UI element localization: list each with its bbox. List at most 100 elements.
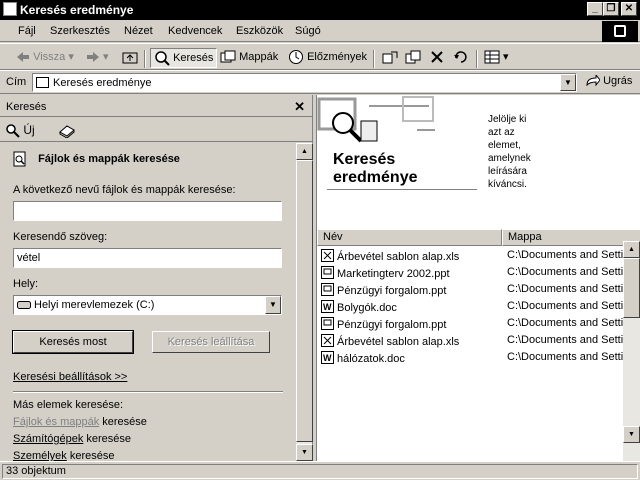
location-dropdown-button[interactable]: ▼ — [265, 296, 281, 314]
folders-icon — [220, 50, 236, 63]
title-bar: Keresés eredménye _ ❐ ✕ — [0, 0, 640, 20]
files-folders-link[interactable]: Fájlok és mappák — [13, 416, 99, 428]
column-header-name[interactable]: Név — [317, 229, 502, 246]
move-to-button[interactable] — [382, 48, 398, 68]
search-results-folder-icon — [36, 77, 49, 88]
doc-icon: W — [321, 300, 334, 316]
result-filename-text: hálózatok.doc — [337, 352, 405, 365]
results-scrollbar[interactable]: ▲ ▼ — [623, 241, 640, 461]
help-book-button[interactable] — [58, 122, 76, 138]
search-options-link[interactable]: Keresési beállítások >> — [13, 371, 127, 383]
section-title-text: Fájlok és mappák keresése — [38, 152, 180, 165]
result-row[interactable]: Pénzügyi forgalom.ppt C:\Documents and Se… — [317, 281, 625, 298]
result-row[interactable]: Marketingterv 2002.ppt C:\Documents and S… — [317, 264, 625, 281]
other-item-suffix: keresése — [99, 416, 147, 428]
close-pane-icon[interactable]: ✕ — [294, 99, 305, 115]
column-header-folder[interactable]: Mappa — [502, 229, 640, 246]
search-text-input[interactable]: vétel — [13, 248, 282, 268]
copy-to-icon — [405, 50, 421, 64]
results-scroll-thumb[interactable] — [623, 258, 640, 318]
results-banner: Keresés eredménye Jelölje ki azt az elem… — [317, 95, 640, 225]
result-filename-text: Pénzügyi forgalom.ppt — [337, 284, 447, 297]
result-folder: C:\Documents and Setti — [507, 351, 624, 363]
go-button[interactable]: Ugrás — [586, 75, 632, 87]
back-label: Vissza — [33, 51, 66, 63]
menu-file[interactable]: Fájl — [18, 25, 36, 37]
new-search-button[interactable]: Új — [6, 123, 35, 138]
results-hint-text: Jelölje ki azt az elemet, amelynek leírá… — [488, 113, 563, 191]
result-filename: Whálózatok.doc — [321, 351, 405, 367]
windows-logo — [602, 21, 638, 42]
search-pane-scrollbar[interactable]: ▲ ▼ — [295, 143, 313, 461]
result-filename: Pénzügyi forgalom.ppt — [321, 317, 446, 333]
other-item-suffix: keresése — [66, 450, 115, 461]
result-row[interactable]: W Bolygók.doc C:\Documents and Setti — [317, 298, 625, 315]
menu-tools[interactable]: Eszközök — [236, 25, 283, 37]
result-row[interactable]: Árbevétel sablon alap.xls C:\Documents an… — [317, 247, 625, 264]
search-pane: Keresés ✕ Új Fájlok és mappák keresése A… — [0, 95, 313, 461]
scroll-up-button[interactable]: ▲ — [296, 143, 313, 160]
other-item-suffix: keresése — [83, 433, 132, 445]
hard-drive-icon — [17, 301, 31, 309]
window-title: Keresés eredménye — [20, 3, 134, 17]
undo-icon — [454, 51, 467, 63]
result-filename: W Bolygók.doc — [321, 300, 397, 316]
address-field[interactable]: Keresés eredménye ▼ — [32, 73, 577, 92]
menu-favorites[interactable]: Kedvencek — [168, 25, 222, 37]
folders-button[interactable]: Mappák — [220, 48, 278, 68]
scroll-thumb[interactable] — [296, 160, 313, 442]
search-now-button[interactable]: Keresés most — [12, 330, 134, 354]
xls-icon — [321, 334, 334, 350]
location-value: Helyi merevlemezek (C:) — [34, 299, 155, 311]
forward-button[interactable]: ▾ — [86, 48, 109, 68]
status-bar: 33 objektum — [0, 461, 640, 480]
menu-view[interactable]: Nézet — [124, 25, 153, 37]
result-filename: Pénzügyi forgalom.ppt — [321, 283, 446, 299]
banner-title-line-2: eredménye — [333, 169, 418, 186]
search-section-title: Fájlok és mappák keresése — [13, 151, 180, 167]
location-label: Hely: — [13, 278, 39, 290]
result-filename-text: Árbevétel sablon alap.xls — [337, 335, 460, 348]
address-value: Keresés eredménye — [53, 77, 152, 89]
results-scroll-up-button[interactable]: ▲ — [623, 241, 640, 258]
views-button[interactable]: ▾ — [484, 48, 509, 68]
result-row[interactable]: Pénzügyi forgalom.ppt C:\Documents and Se… — [317, 315, 625, 332]
address-bar: Cím Keresés eredménye ▼ Ugrás — [0, 70, 640, 94]
object-count: 33 objektum — [2, 464, 638, 479]
doc-icon: W — [321, 351, 334, 367]
address-dropdown-button[interactable]: ▼ — [560, 74, 576, 91]
toolbar-separator — [476, 50, 478, 68]
location-select[interactable]: Helyi merevlemezek (C:) ▼ — [13, 295, 282, 315]
search-window-icon — [3, 2, 17, 16]
search-button[interactable]: Keresés — [150, 48, 218, 68]
file-search-icon — [13, 151, 26, 167]
xls-icon — [321, 249, 334, 265]
delete-x-icon — [431, 51, 443, 63]
copy-to-button[interactable] — [405, 48, 421, 68]
results-scroll-down-button[interactable]: ▼ — [623, 426, 640, 443]
result-folder: C:\Documents and Setti — [507, 283, 624, 295]
undo-button[interactable] — [453, 48, 469, 68]
computers-link[interactable]: Számítógépek — [13, 433, 83, 445]
stop-search-button[interactable]: Keresés leállítása — [152, 331, 270, 353]
result-row[interactable]: Whálózatok.doc C:\Documents and Setti — [317, 349, 625, 366]
folder-up-icon — [122, 52, 138, 64]
delete-button[interactable] — [430, 48, 444, 68]
results-pane: Keresés eredménye Jelölje ki azt az elem… — [316, 95, 640, 461]
forward-arrow-icon — [87, 52, 99, 63]
result-filename: Árbevétel sablon alap.xls — [321, 249, 459, 265]
menu-help[interactable]: Súgó — [295, 25, 321, 37]
back-button[interactable]: Vissza ▾ — [16, 48, 74, 68]
filename-input[interactable] — [13, 201, 282, 221]
results-banner-title: Keresés eredménye — [333, 151, 418, 187]
result-row[interactable]: Árbevétel sablon alap.xls C:\Documents an… — [317, 332, 625, 349]
up-folder-button[interactable] — [122, 48, 138, 68]
hint-line: Jelölje ki — [488, 114, 527, 125]
minimize-button[interactable]: _ — [587, 2, 603, 16]
scroll-down-button[interactable]: ▼ — [296, 444, 313, 461]
history-button[interactable]: Előzmények — [288, 48, 367, 68]
menu-edit[interactable]: Szerkesztés — [50, 25, 110, 37]
maximize-button[interactable]: ❐ — [603, 2, 619, 16]
close-button[interactable]: ✕ — [621, 2, 637, 16]
people-link[interactable]: Személyek — [13, 450, 67, 461]
